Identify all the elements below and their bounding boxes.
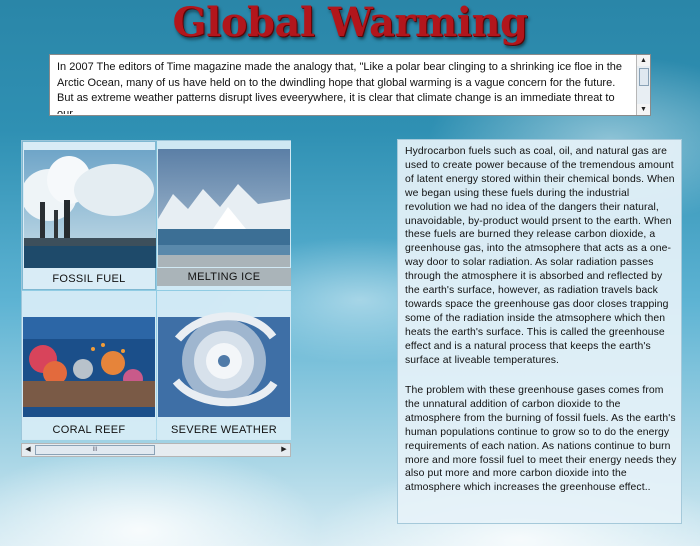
gallery-item-fossil-fuel[interactable]: FOSSIL FUEL [22,141,156,290]
intro-text: In 2007 The editors of Time magazine mad… [57,61,623,114]
intro-vertical-scrollbar[interactable]: ▲ ▼ [636,55,650,115]
gallery-label: FOSSIL FUEL [52,273,126,285]
gallery-label: SEVERE WEATHER [170,424,278,436]
info-panel: Hydrocarbon fuels such as coal, oil, and… [397,139,682,524]
fossil-fuel-image [24,150,156,268]
gallery-label: MELTING ICE [157,268,291,286]
gallery-item-severe-weather[interactable]: SEVERE WEATHER [157,291,291,440]
scroll-right-arrow-icon[interactable]: ▶ [278,444,290,456]
scroll-up-arrow-icon[interactable]: ▲ [637,55,650,66]
info-paragraph-1: Hydrocarbon fuels such as coal, oil, and… [405,146,675,366]
info-paragraph-2: The problem with these greenhouse gases … [405,385,677,494]
page-title: Global Warming [172,0,528,46]
gallery-label: CORAL REEF [52,424,126,436]
coral-reef-image [23,299,155,417]
severe-weather-image [158,299,290,417]
melting-ice-image [158,149,290,267]
scroll-down-arrow-icon[interactable]: ▼ [637,104,650,115]
gallery-item-melting-ice[interactable]: MELTING ICE [157,141,291,290]
gallery-item-coral-reef[interactable]: CORAL REEF [22,291,156,440]
image-gallery: FOSSIL FUEL MELTING ICE CORAL REEF SEVER… [21,140,291,440]
scroll-left-arrow-icon[interactable]: ◀ [22,444,34,456]
scroll-thumb[interactable] [639,68,649,86]
gallery-horizontal-scrollbar[interactable]: ◀ III ▶ [21,443,291,457]
intro-text-box[interactable]: In 2007 The editors of Time magazine mad… [49,54,651,116]
scroll-thumb[interactable]: III [35,445,155,455]
